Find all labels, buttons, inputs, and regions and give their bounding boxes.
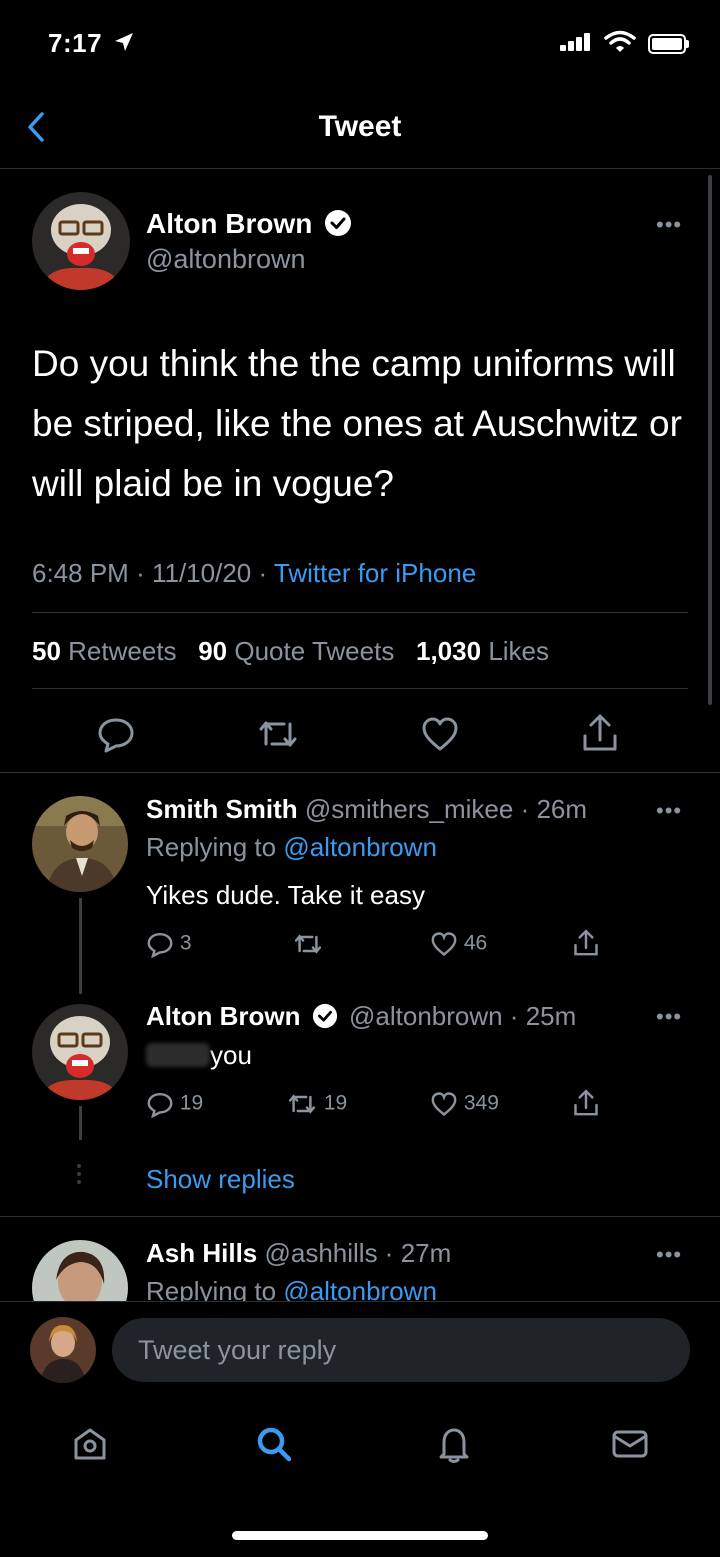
user-avatar[interactable]	[30, 1317, 96, 1383]
retweet-button[interactable]	[292, 930, 324, 958]
header-divider	[0, 168, 720, 169]
retweet-icon	[288, 1094, 316, 1114]
stats-divider	[32, 688, 688, 689]
thread-divider	[0, 1216, 720, 1217]
reply-author[interactable]: Ash Hills @ashhills · 27m	[146, 1238, 451, 1269]
thread-line	[79, 1106, 82, 1140]
quotes-stat[interactable]: 90 Quote Tweets	[198, 636, 394, 666]
avatar[interactable]	[32, 192, 130, 290]
likes-stat[interactable]: 1,030 Likes	[416, 636, 549, 666]
reply-author[interactable]: Smith Smith @smithers_mikee · 26m	[146, 794, 587, 825]
reply-count-button[interactable]: 3	[146, 930, 192, 959]
show-replies-link[interactable]: Show replies	[146, 1164, 295, 1195]
scrollbar[interactable]	[708, 175, 712, 705]
tweet-time: 6:48 PM	[32, 558, 129, 588]
thread-dots	[77, 1164, 81, 1184]
reply-count-button[interactable]: 19	[146, 1090, 203, 1119]
reply-text: you	[146, 1040, 252, 1071]
replying-to: Replying to @altonbrown	[146, 832, 437, 862]
actions-divider	[0, 772, 720, 773]
reply-icon	[147, 1092, 173, 1119]
verified-badge-icon	[312, 1003, 337, 1029]
home-icon[interactable]	[70, 1424, 110, 1464]
author-name[interactable]: Alton Brown	[146, 208, 352, 240]
like-count-button[interactable]: 349	[430, 1090, 499, 1118]
more-icon[interactable]: •••	[656, 1004, 682, 1030]
reply-input[interactable]	[112, 1318, 690, 1382]
avatar[interactable]	[32, 796, 128, 892]
like-icon	[431, 932, 457, 957]
battery-icon	[648, 34, 686, 54]
verified-badge-icon	[325, 210, 352, 236]
reply-icon	[147, 932, 173, 959]
retweet-icon	[294, 934, 322, 954]
more-icon[interactable]: •••	[656, 798, 682, 824]
more-icon[interactable]: •••	[656, 1242, 682, 1268]
tweet-date: 11/10/20	[151, 558, 252, 588]
meta-divider	[32, 612, 688, 613]
tweet-meta: 6:48 PM · 11/10/20 · Twitter for iPhone	[32, 558, 477, 588]
notifications-icon[interactable]	[434, 1424, 474, 1464]
tweet-text: Do you think the the camp uniforms will …	[32, 343, 682, 504]
cellular-signal-icon	[560, 33, 592, 51]
search-icon[interactable]	[254, 1424, 294, 1464]
share-button[interactable]	[572, 1088, 600, 1118]
author-handle[interactable]: @altonbrown	[146, 244, 306, 275]
like-icon	[431, 1092, 457, 1117]
home-indicator[interactable]	[232, 1531, 488, 1540]
location-arrow-icon	[115, 33, 133, 51]
status-time: 7:17	[48, 28, 103, 58]
wifi-icon	[604, 30, 636, 52]
share-icon	[574, 929, 598, 956]
reply-author[interactable]: Alton Brown @altonbrown · 25m	[146, 1001, 576, 1032]
thread-line	[79, 898, 82, 994]
like-count-button[interactable]: 46	[430, 930, 487, 958]
page-title: Tweet	[318, 110, 402, 143]
blurred-word	[146, 1043, 210, 1067]
reply-text: Yikes dude. Take it easy	[146, 880, 425, 910]
tweet-source-link[interactable]: Twitter for iPhone	[274, 558, 476, 588]
share-icon	[574, 1089, 598, 1116]
retweet-count-button[interactable]: 19	[286, 1090, 347, 1118]
like-icon[interactable]	[420, 714, 460, 754]
share-icon[interactable]	[580, 712, 620, 754]
share-button[interactable]	[572, 928, 600, 958]
more-icon[interactable]: •••	[656, 212, 682, 238]
tweet-stats: 50 Retweets 90 Quote Tweets 1,030 Likes	[32, 636, 549, 667]
retweets-stat[interactable]: 50 Retweets	[32, 636, 177, 666]
retweet-icon[interactable]	[256, 714, 300, 754]
reply-icon[interactable]	[96, 714, 136, 754]
replying-to-link[interactable]: @altonbrown	[283, 832, 437, 862]
avatar[interactable]	[32, 1004, 128, 1100]
messages-icon[interactable]	[610, 1424, 650, 1464]
